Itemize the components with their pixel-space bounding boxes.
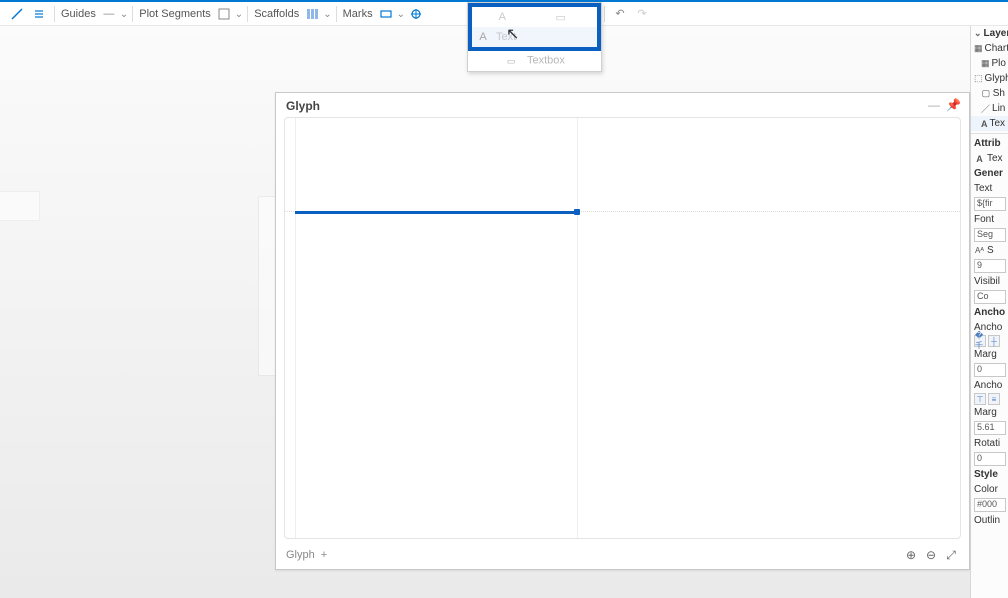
layer-link[interactable]: ／Lin [971,101,1008,116]
dropdown-textbox-option[interactable]: ▭ Textbox [468,51,601,71]
marks-button[interactable]: Marks [341,8,375,20]
separator [247,6,248,22]
add-glyph-icon[interactable]: + [321,549,327,561]
glyph-zoom-controls: ⊕ ⊖ ⤢ [903,547,959,563]
dropdown-text-option[interactable]: A Text [472,27,597,47]
attributes-section-title: Attrib [971,136,1008,151]
zoom-fit-icon[interactable]: ⤢ [943,547,959,563]
outline-label: Outlin [971,513,1008,528]
layer-glyph[interactable]: ⬚Glyph [971,71,1008,86]
layer-plotsegment[interactable]: ▦Plo [971,56,1008,71]
glyph-footer: Glyph + [286,549,327,561]
rotation-input[interactable]: 0 [974,452,1006,466]
anchor-left-icon[interactable]: �千 [974,335,986,347]
color-label: Color [971,482,1008,497]
pin-icon[interactable]: 📌 [946,98,961,112]
glyph-canvas[interactable] [284,117,961,539]
faint-left-panel [0,191,40,221]
dropdown-highlighted-area: A ▭ A Text [468,3,601,51]
visibility-input[interactable]: Co [974,290,1006,304]
text-glyph-icon: A [476,30,490,44]
margin-input2[interactable]: 5.61 [974,421,1006,435]
fontsize-icon: Aᴬ [974,245,985,256]
general-section: Gener [971,166,1008,181]
dropdown-textbox-label: Textbox [527,55,565,67]
margin-label2: Marg [971,405,1008,420]
attr-selected: ATex [971,151,1008,166]
anchor-center-icon[interactable]: ┼ [988,335,1000,347]
plotseg-dropdown[interactable] [235,8,243,20]
zoom-in-icon[interactable]: ⊕ [903,547,919,563]
font-label: Font [971,212,1008,227]
color-input[interactable]: #000 [974,498,1006,512]
anchor-y-buttons: ⊤ ≡ [971,393,1008,405]
textbox-icon: ▭ [504,54,518,68]
size-row: AᴬS [971,243,1008,258]
glyph-icon: ⬚ [974,73,983,84]
chart-icon: ▦ [974,43,983,54]
guides-dropdown[interactable] [120,8,128,20]
text-dropdown-menu: A ▭ A Text ▭ Textbox [467,2,602,72]
plotseg-icon[interactable] [216,6,232,22]
line-small-icon: ／ [981,103,990,114]
glyph-line-handle[interactable] [574,209,580,215]
font-input[interactable]: Seg [974,228,1006,242]
dropdown-row-top[interactable]: A ▭ [472,7,597,27]
panel-separator [971,133,1008,134]
visibility-label: Visibil [971,274,1008,289]
grid-icon: ▦ [981,58,990,69]
separator [132,6,133,22]
right-panel: Layers ▦Chart ▦Plo ⬚Glyph ▢Sh ／Lin ATex … [970,26,1008,598]
layer-shape[interactable]: ▢Sh [971,86,1008,101]
text-input[interactable]: ${fir [974,197,1006,211]
text-label: Text [971,181,1008,196]
scaffolds-button[interactable]: Scaffolds [252,8,301,20]
scaffolds-dropdown[interactable] [323,8,331,20]
grid-line [577,118,578,538]
guides-button[interactable]: Guides [59,8,98,20]
size-input[interactable]: 9 [974,259,1006,273]
rotation-label: Rotati [971,436,1008,451]
layer-text[interactable]: ATex [971,116,1008,131]
text-sel-icon: A [974,153,985,164]
margin-label: Marg [971,347,1008,362]
line-icon[interactable] [9,6,25,22]
cursor-icon: ↖ [506,24,519,44]
separator [336,6,337,22]
list-icon[interactable] [31,6,47,22]
marks-rect-icon[interactable] [378,6,394,22]
anchor-section: Ancho [971,305,1008,320]
anchor-label2: Ancho [971,378,1008,393]
grid-line [295,118,296,538]
minimize-icon[interactable]: — [928,98,940,112]
shape-icon: ▢ [981,88,991,99]
glyph-panel-controls: — 📌 [928,98,961,112]
glyph-footer-label: Glyph [286,549,315,561]
text-icon: A [495,10,509,24]
plotsegments-button[interactable]: Plot Segments [137,8,213,20]
undo-icon[interactable]: ↶ [612,6,628,22]
glyph-panel: Glyph — 📌 Glyph + ⊕ ⊖ ⤢ [275,92,970,570]
layer-chart[interactable]: ▦Chart [971,41,1008,56]
style-section: Style [971,467,1008,482]
symbol-icon[interactable] [408,6,424,22]
anchor-mid-icon[interactable]: ≡ [988,393,1000,405]
guides-icon[interactable]: ― [101,6,117,22]
redo-icon[interactable]: ↷ [634,6,650,22]
zoom-out-icon[interactable]: ⊖ [923,547,939,563]
separator [54,6,55,22]
anchor-x-buttons: �千 ┼ [971,335,1008,347]
margin-input[interactable]: 0 [974,363,1006,377]
marks-dropdown[interactable] [397,8,405,20]
anchor-top-icon[interactable]: ⊤ [974,393,986,405]
image-icon: ▭ [554,10,568,24]
scaffolds-icon[interactable] [304,6,320,22]
text-small-icon: A [981,118,988,129]
glyph-title: Glyph [286,99,320,113]
separator [604,6,605,22]
glyph-line-mark[interactable] [295,211,577,214]
layers-section-title[interactable]: Layers [971,26,1008,41]
